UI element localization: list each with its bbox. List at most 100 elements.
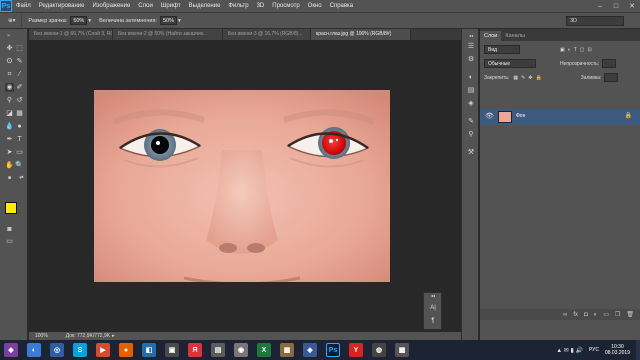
layer-name[interactable]: Фон: [516, 113, 525, 119]
fill-field[interactable]: [604, 73, 619, 82]
panel-collapse-icon[interactable]: ◂◂: [428, 293, 438, 299]
marquee-tool-icon[interactable]: ⬚: [15, 44, 24, 53]
new-layer-icon[interactable]: ❐: [615, 311, 620, 318]
blur-tool-icon[interactable]: 💧: [5, 122, 14, 131]
crop-tool-icon[interactable]: ⌗: [5, 70, 14, 79]
brush-panel-icon[interactable]: ✎: [466, 117, 476, 127]
firefox-icon[interactable]: ●: [119, 343, 133, 357]
clock[interactable]: 10:30 08.03.2019: [605, 344, 630, 356]
history-panel-icon[interactable]: ☰: [466, 42, 476, 52]
menu-layers[interactable]: Слои: [134, 3, 157, 9]
menu-edit[interactable]: Редактирование: [35, 3, 89, 9]
adjustment-layer-icon[interactable]: ◐: [594, 312, 598, 318]
screen-mode-icon[interactable]: ▭: [5, 237, 14, 246]
delete-layer-icon[interactable]: 🗑: [626, 311, 634, 318]
excel-icon[interactable]: X: [257, 343, 271, 357]
zoom-level[interactable]: 100%: [35, 333, 48, 339]
brush-tool-icon[interactable]: ✐: [15, 83, 24, 92]
foreground-color-swatch[interactable]: [5, 202, 17, 214]
start-button-icon[interactable]: ◆: [4, 343, 18, 357]
add-mask-icon[interactable]: ◘: [584, 312, 588, 318]
menu-view[interactable]: Просмотр: [268, 3, 303, 9]
red-eye-tool-icon[interactable]: ◉: [5, 83, 14, 92]
darken-amount-dropdown-icon[interactable]: ▾: [178, 18, 181, 24]
move-tool-icon[interactable]: ✥: [5, 44, 14, 53]
visibility-eye-icon[interactable]: 👁: [485, 112, 494, 120]
menu-type[interactable]: Шрифт: [157, 3, 185, 9]
tab-document-active[interactable]: красн.глаз.jpg @ 100% (RGB/8#): [311, 29, 411, 40]
taskbar-app-icon[interactable]: ◎: [50, 343, 64, 357]
menu-filter[interactable]: Фильтр: [224, 3, 252, 9]
history-brush-tool-icon[interactable]: ↺: [15, 96, 24, 105]
character-panel-icon[interactable]: A|: [428, 303, 438, 313]
dodge-tool-icon[interactable]: ●: [15, 122, 24, 131]
collapse-icon[interactable]: »: [4, 32, 13, 41]
zoom-tool-icon[interactable]: 🔍: [15, 161, 24, 170]
taskbar-app-icon[interactable]: ▣: [165, 343, 179, 357]
menu-select[interactable]: Выделение: [185, 3, 225, 9]
taskbar-app-icon[interactable]: ▶: [96, 343, 110, 357]
close-icon[interactable]: ✕: [624, 0, 640, 12]
language-indicator[interactable]: РУС: [589, 347, 599, 353]
show-desktop-button[interactable]: [636, 340, 640, 360]
menu-window[interactable]: Окно: [304, 3, 326, 9]
clone-source-panel-icon[interactable]: ⚲: [466, 130, 476, 140]
strip-collapse-icon[interactable]: ◂◂: [466, 31, 476, 41]
tab-channels[interactable]: Каналы: [501, 31, 529, 41]
status-menu-icon[interactable]: ▸: [112, 333, 115, 339]
taskbar-app-icon[interactable]: ◉: [234, 343, 248, 357]
workspace-select[interactable]: 3D: [566, 16, 624, 26]
lasso-tool-icon[interactable]: ʘ: [5, 57, 14, 66]
yandex-icon[interactable]: Я: [188, 343, 202, 357]
layer-kind-select[interactable]: Вид: [484, 45, 520, 54]
eyedropper-tool-icon[interactable]: ⁄: [15, 70, 24, 79]
taskbar-app-icon[interactable]: ▦: [280, 343, 294, 357]
quick-mask-icon[interactable]: ◙: [5, 225, 14, 234]
clone-stamp-tool-icon[interactable]: ⚲: [5, 96, 14, 105]
maximize-icon[interactable]: □: [608, 0, 624, 12]
skype-icon[interactable]: S: [73, 343, 87, 357]
styles-panel-icon[interactable]: ◈: [466, 99, 476, 109]
menu-help[interactable]: Справка: [326, 3, 358, 9]
pupil-size-dropdown-icon[interactable]: ▾: [88, 18, 91, 24]
shape-tool-icon[interactable]: ▭: [15, 148, 24, 157]
lock-icons[interactable]: ▦✎✥🔒: [513, 75, 544, 81]
swatches-panel-icon[interactable]: ▤: [466, 86, 476, 96]
taskbar-app-icon[interactable]: ▩: [395, 343, 409, 357]
tray-icons[interactable]: ▲ ✉ ▮ 🔊: [556, 347, 583, 354]
taskbar-app-icon[interactable]: ◐: [27, 343, 41, 357]
minimize-icon[interactable]: –: [592, 0, 608, 12]
link-layers-icon[interactable]: ∞: [563, 312, 567, 318]
layer-filter-icons[interactable]: ▣◐T▢⊡: [560, 47, 595, 53]
eraser-tool-icon[interactable]: ◪: [5, 109, 14, 118]
photoshop-taskbar-icon[interactable]: Ps: [326, 343, 340, 357]
pen-tool-icon[interactable]: ✒: [5, 135, 14, 144]
adjustments-panel-icon[interactable]: ◐: [466, 73, 476, 83]
taskbar-app-icon[interactable]: ◍: [372, 343, 386, 357]
document-image[interactable]: [94, 90, 390, 282]
path-select-tool-icon[interactable]: ➤: [5, 148, 14, 157]
pupil-size-field[interactable]: 50%: [70, 16, 88, 25]
gradient-tool-icon[interactable]: ▦: [15, 109, 24, 118]
paragraph-panel-icon[interactable]: ¶: [428, 316, 438, 326]
layer-row-background[interactable]: 👁 Фон 🔒: [480, 109, 640, 125]
quick-select-tool-icon[interactable]: ✎: [15, 57, 24, 66]
menu-file[interactable]: Файл: [12, 3, 35, 9]
type-tool-icon[interactable]: T: [15, 135, 24, 144]
tool-preset-icon[interactable]: ⊕▾: [8, 18, 15, 24]
swap-colors-icon[interactable]: ⇄: [17, 174, 26, 183]
taskbar-app-icon[interactable]: ◈: [303, 343, 317, 357]
hand-tool-icon[interactable]: ✋: [5, 161, 14, 170]
default-colors-icon[interactable]: ■: [5, 174, 14, 183]
tab-document-2[interactable]: Без имени-2 @ 50% (Найти заказчик...: [113, 29, 223, 40]
tab-document-3[interactable]: Без имени-3 @ 16,7% (RGB/8)...: [223, 29, 311, 40]
menu-3d[interactable]: 3D: [253, 3, 269, 9]
tab-document-1[interactable]: Без имени-1 @ 66,7% (Слой 3, RGB/8)...: [29, 29, 113, 40]
taskbar-app-icon[interactable]: ◧: [142, 343, 156, 357]
new-group-icon[interactable]: ▭: [603, 311, 609, 318]
taskbar-app-icon[interactable]: ▤: [211, 343, 225, 357]
menu-image[interactable]: Изображение: [88, 3, 134, 9]
tool-presets-panel-icon[interactable]: ⚒: [466, 148, 476, 158]
yandex-browser-icon[interactable]: Y: [349, 343, 363, 357]
tab-layers[interactable]: Слои: [480, 31, 502, 41]
